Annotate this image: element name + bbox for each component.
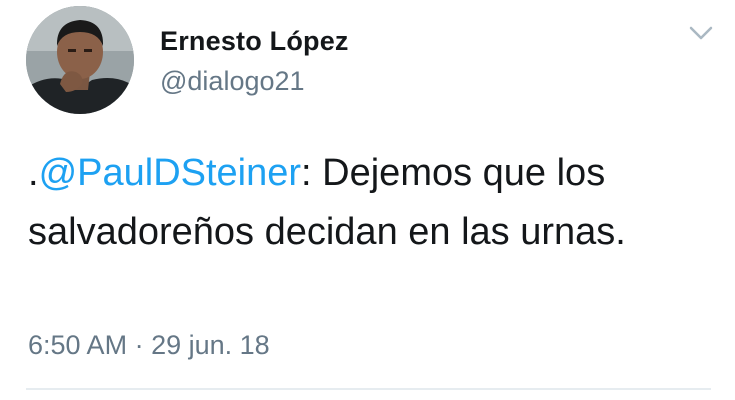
chevron-down-icon[interactable]: [688, 22, 714, 44]
tweet-timestamp[interactable]: 6:50 AM · 29 jun. 18: [28, 330, 270, 361]
tweet-card: Ernesto López @dialogo21 .@PaulDSteiner:…: [0, 0, 735, 400]
divider: [26, 388, 711, 390]
author-name[interactable]: Ernesto López: [160, 26, 349, 57]
tweet-time: 6:50 AM: [28, 330, 128, 360]
avatar[interactable]: [26, 6, 134, 114]
meta-separator: ·: [127, 330, 152, 360]
author-handle[interactable]: @dialogo21: [160, 66, 305, 97]
avatar-photo: [26, 6, 134, 114]
tweet-text: .@PaulDSteiner: Dejemos que los salvador…: [28, 144, 708, 262]
mention-link[interactable]: @PaulDSteiner: [39, 152, 301, 194]
tweet-date: 29 jun. 18: [151, 330, 270, 360]
tweet-prefix: .: [28, 152, 39, 194]
